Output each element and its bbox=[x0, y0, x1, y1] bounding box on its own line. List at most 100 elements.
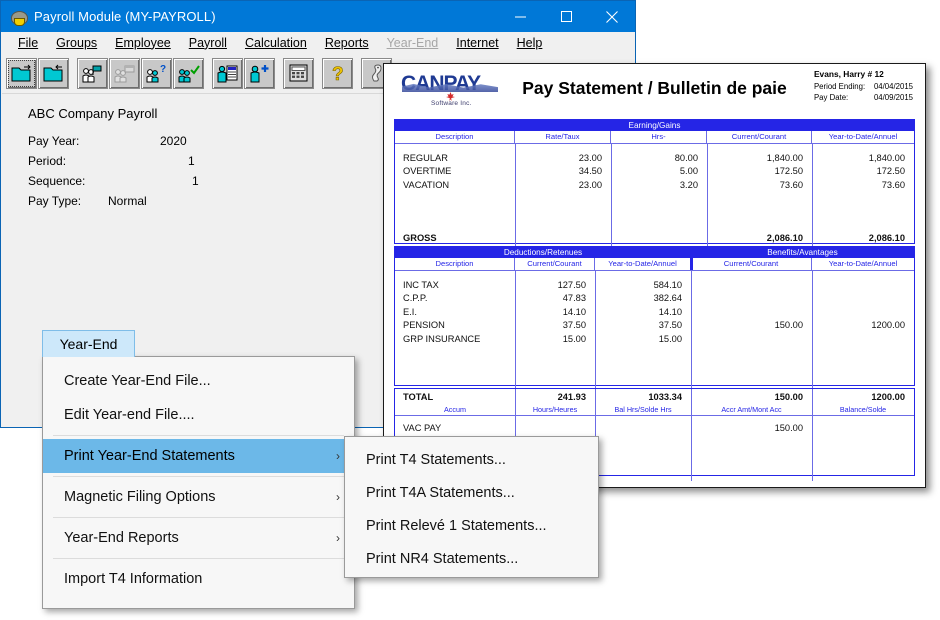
menu-item-year-end-reports[interactable]: Year-End Reports › bbox=[43, 521, 354, 555]
submenu-item-print-releve-1[interactable]: Print Relevé 1 Statements... bbox=[345, 509, 598, 542]
screen-root: Payroll Module (MY-PAYROLL) File Groups … bbox=[0, 0, 940, 620]
company-title: ABC Company Payroll bbox=[28, 106, 157, 121]
earn-row0-hrs: 80.00 bbox=[611, 153, 707, 163]
table-row: OVERTIME 34.50 5.00 172.50 172.50 bbox=[395, 165, 914, 179]
menu-internet-label: Internet bbox=[456, 36, 498, 50]
submenu-item-print-nr4[interactable]: Print NR4 Statements... bbox=[345, 542, 598, 575]
employee-list-icon[interactable] bbox=[212, 58, 243, 89]
help-question-icon[interactable]: ? bbox=[322, 58, 353, 89]
group-flag-icon[interactable] bbox=[77, 58, 108, 89]
submenu-item-print-t4a[interactable]: Print T4A Statements... bbox=[345, 476, 598, 509]
ben-row3-current: 150.00 bbox=[691, 320, 812, 330]
earnings-col-rate: Rate/Taux bbox=[515, 131, 611, 143]
canpay-logo-text: CANPAY bbox=[401, 72, 499, 96]
employee-add-icon[interactable] bbox=[244, 58, 275, 89]
minimize-icon[interactable] bbox=[497, 1, 543, 32]
menu-file[interactable]: File bbox=[9, 33, 47, 53]
submenu-item-print-t4[interactable]: Print T4 Statements... bbox=[345, 443, 598, 476]
totals-label: TOTAL bbox=[395, 392, 515, 402]
deductions-column-headers: Description Current/Courant Year-to-Date… bbox=[395, 258, 914, 271]
ded-row0-ytd: 584.10 bbox=[595, 280, 691, 290]
earnings-gross-row: GROSS 2,086.10 2,086.10 bbox=[395, 232, 914, 246]
ben-row3-ytd: 1200.00 bbox=[812, 320, 914, 330]
menu-calculation-label: Calculation bbox=[245, 36, 307, 50]
menu-file-label: File bbox=[18, 36, 38, 50]
menu-item-magnetic-filing-options[interactable]: Magnetic Filing Options › bbox=[43, 480, 354, 514]
payroll-app-icon bbox=[10, 8, 27, 25]
ded-row3-ytd: 37.50 bbox=[595, 320, 691, 330]
menu-item-edit-year-end-file-label: Edit Year-end File.... bbox=[64, 407, 195, 423]
earn-row0-rate: 23.00 bbox=[515, 153, 611, 163]
earnings-col-hrs: Hrs- bbox=[611, 131, 707, 143]
sublabel-balance: Balance/Solde bbox=[812, 404, 914, 415]
chevron-right-icon: › bbox=[336, 531, 340, 545]
employee-name: Evans, Harry # 12 bbox=[814, 69, 913, 81]
period-ending-value: 04/04/2015 bbox=[874, 81, 913, 93]
menu-item-edit-year-end-file[interactable]: Edit Year-end File.... bbox=[43, 398, 354, 432]
year-end-menu-tab[interactable]: Year-End bbox=[42, 330, 135, 357]
menu-internet[interactable]: Internet bbox=[447, 33, 507, 53]
menu-year-end[interactable]: Year-End bbox=[378, 33, 448, 53]
group-query-icon[interactable]: ? bbox=[141, 58, 172, 89]
menu-item-print-year-end-statements[interactable]: Print Year-End Statements › bbox=[43, 439, 354, 473]
group-window-icon[interactable] bbox=[109, 58, 140, 89]
sublabel-accum: Accum bbox=[395, 404, 515, 415]
menu-reports[interactable]: Reports bbox=[316, 33, 378, 53]
field-pay-type-value: Normal bbox=[108, 194, 147, 208]
menu-separator bbox=[53, 476, 344, 477]
totals-benefit-current: 150.00 bbox=[691, 392, 812, 402]
ded-col-description: Description bbox=[395, 258, 515, 270]
accrual-row0-accr-amt: 150.00 bbox=[691, 423, 812, 433]
canpay-logo-subtitle: Software Inc. bbox=[431, 100, 472, 107]
window-controls bbox=[497, 1, 635, 32]
closed-folder-icon[interactable] bbox=[38, 58, 69, 89]
earnings-column-headers: Description Rate/Taux Hrs- Current/Coura… bbox=[395, 131, 914, 144]
menu-payroll-label: Payroll bbox=[189, 36, 227, 50]
table-row: REGULAR 23.00 80.00 1,840.00 1,840.00 bbox=[395, 151, 914, 165]
table-row: PENSION 37.50 37.50 150.00 1200.00 bbox=[395, 319, 914, 333]
earn-gross-ytd: 2,086.10 bbox=[812, 233, 914, 243]
group-check-icon[interactable] bbox=[173, 58, 204, 89]
menu-groups[interactable]: Groups bbox=[47, 33, 106, 53]
open-folder-icon[interactable] bbox=[6, 58, 37, 89]
maximize-icon[interactable] bbox=[543, 1, 589, 32]
window-title: Payroll Module (MY-PAYROLL) bbox=[34, 9, 216, 24]
menu-help[interactable]: Help bbox=[508, 33, 552, 53]
menu-calculation[interactable]: Calculation bbox=[236, 33, 316, 53]
earn-row2-hrs: 3.20 bbox=[611, 180, 707, 190]
ded-row2-description: E.I. bbox=[395, 307, 515, 317]
menu-year-end-label: Year-End bbox=[387, 36, 439, 50]
earn-row1-description: OVERTIME bbox=[395, 166, 515, 176]
pay-date-label: Pay Date: bbox=[814, 92, 868, 104]
canpay-logo: CANPAY Software Inc. bbox=[401, 70, 499, 112]
close-icon[interactable] bbox=[589, 1, 635, 32]
pay-statement-header: CANPAY Software Inc. Pay Statement / Bul… bbox=[384, 64, 925, 114]
ded-row1-current: 47.83 bbox=[515, 293, 595, 303]
menu-payroll[interactable]: Payroll bbox=[180, 33, 236, 53]
calculator-icon[interactable] bbox=[283, 58, 314, 89]
field-period-value: 1 bbox=[188, 154, 195, 168]
menu-help-label: Help bbox=[517, 36, 543, 50]
year-end-menu-tab-label: Year-End bbox=[60, 336, 118, 352]
earn-row2-ytd: 73.60 bbox=[812, 180, 914, 190]
earn-row1-hrs: 5.00 bbox=[611, 166, 707, 176]
totals-row: TOTAL 241.93 1033.34 150.00 1200.00 bbox=[395, 389, 914, 404]
earn-gross-current: 2,086.10 bbox=[707, 233, 812, 243]
field-sequence-value: 1 bbox=[192, 174, 199, 188]
field-sequence-label: Sequence: bbox=[28, 174, 85, 188]
menu-item-import-t4-information[interactable]: Import T4 Information bbox=[43, 562, 354, 596]
year-end-dropdown-menu: Create Year-End File... Edit Year-end Fi… bbox=[42, 356, 355, 609]
menu-item-year-end-reports-label: Year-End Reports bbox=[64, 530, 179, 546]
earnings-table: Earning/Gains Description Rate/Taux Hrs-… bbox=[394, 119, 915, 244]
menu-item-create-year-end-file[interactable]: Create Year-End File... bbox=[43, 364, 354, 398]
ded-row4-ytd: 15.00 bbox=[595, 334, 691, 344]
totals-deduction-ytd: 1033.34 bbox=[595, 392, 691, 402]
menu-employee[interactable]: Employee bbox=[106, 33, 180, 53]
earn-row2-current: 73.60 bbox=[707, 180, 812, 190]
field-pay-type-label: Pay Type: bbox=[28, 194, 81, 208]
menu-separator bbox=[53, 558, 344, 559]
earn-row1-rate: 34.50 bbox=[515, 166, 611, 176]
ded-row3-current: 37.50 bbox=[515, 320, 595, 330]
submenu-item-print-releve-1-label: Print Relevé 1 Statements... bbox=[366, 518, 547, 534]
table-row: GRP INSURANCE 15.00 15.00 bbox=[395, 332, 914, 346]
